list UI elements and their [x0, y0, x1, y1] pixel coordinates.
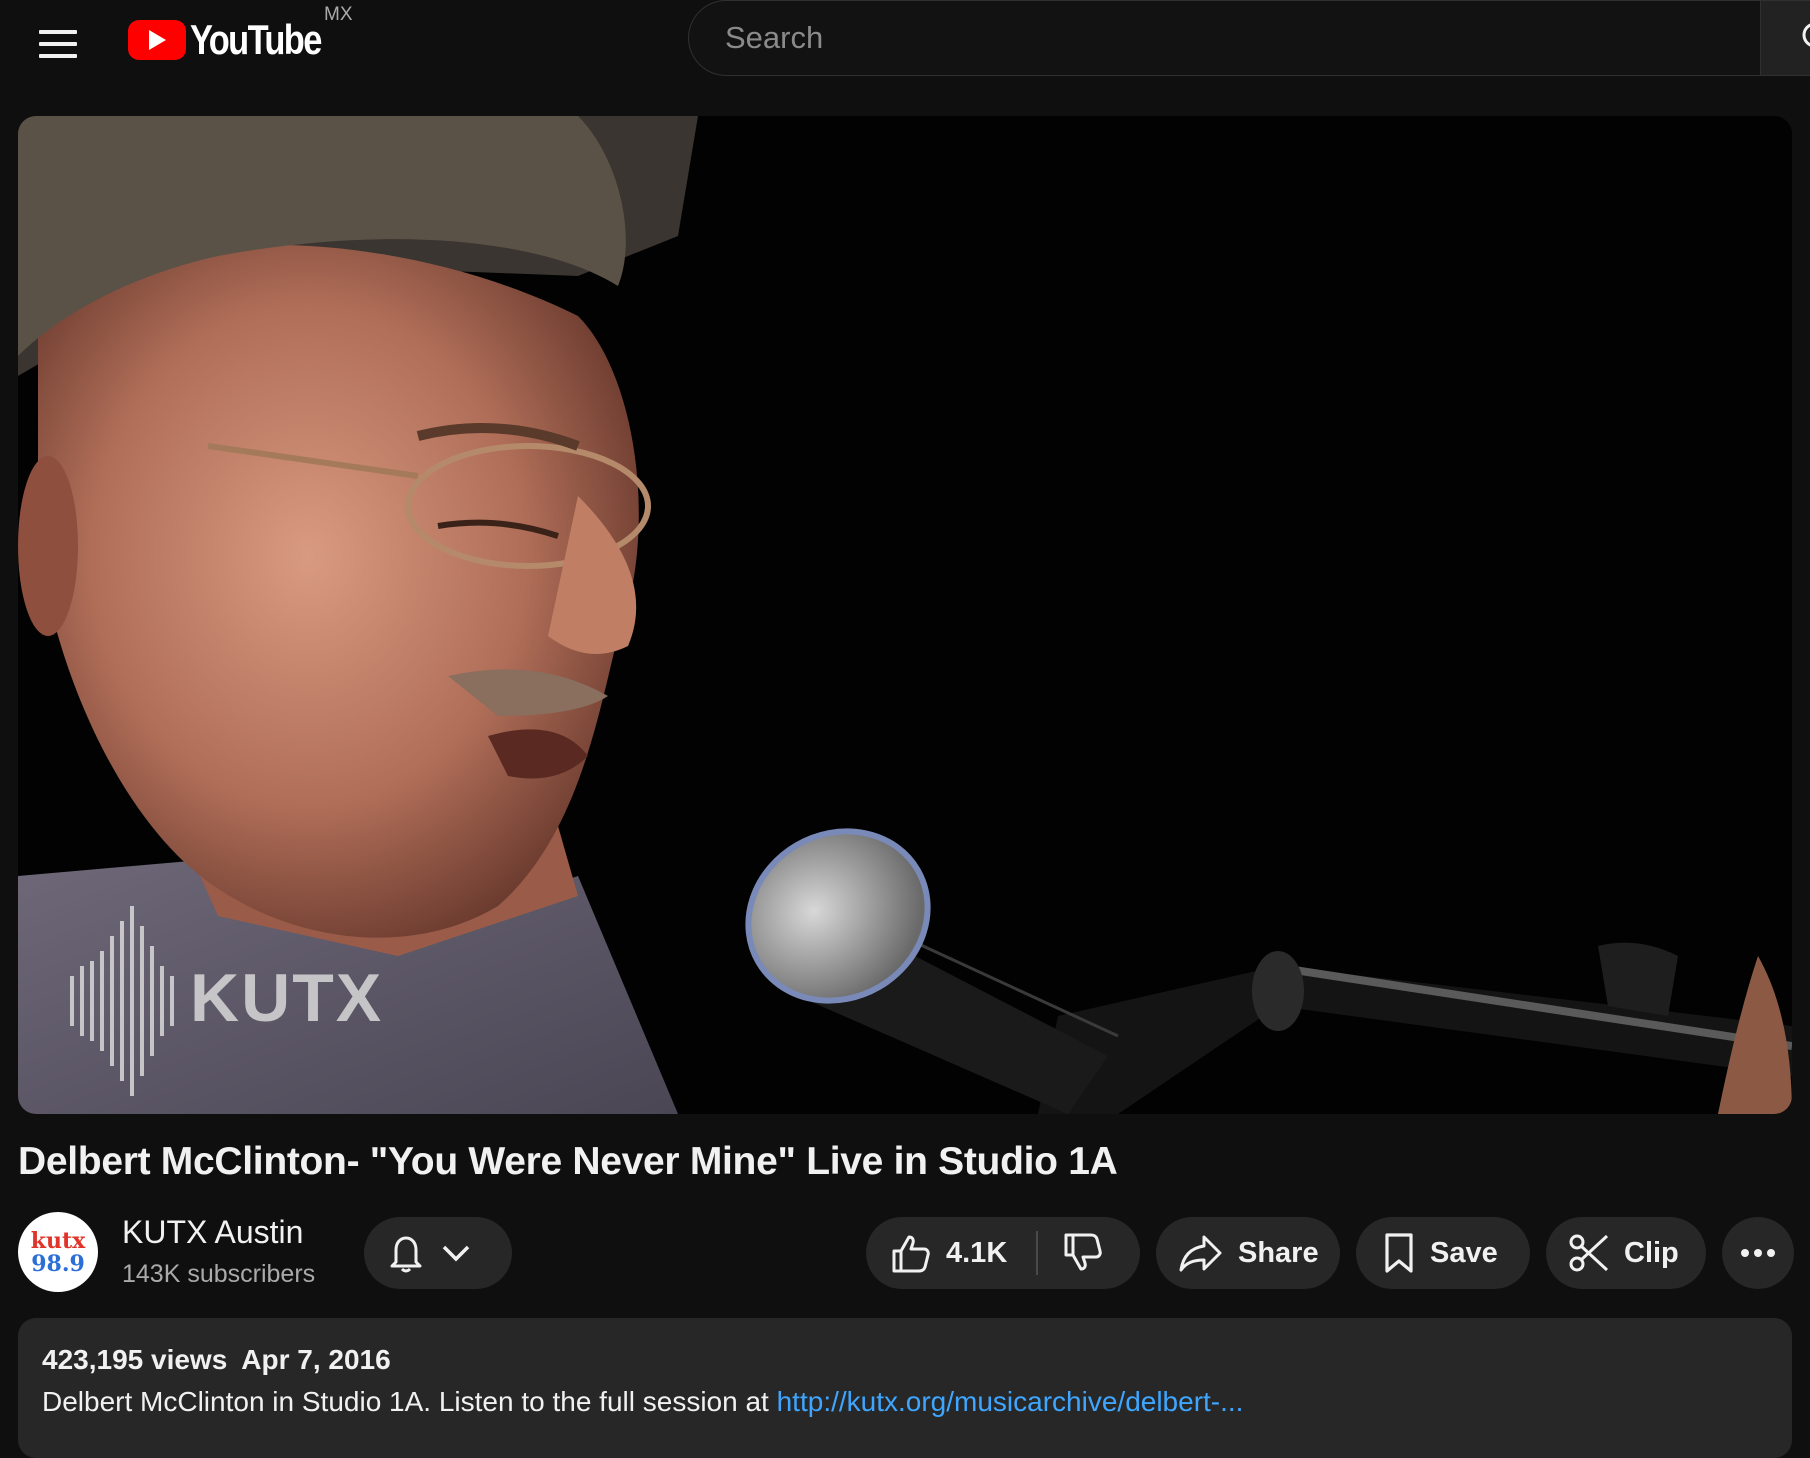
description-text: Delbert McClinton in Studio 1A. Listen t… — [42, 1386, 1768, 1418]
save-label: Save — [1430, 1236, 1498, 1269]
youtube-play-icon — [128, 20, 186, 60]
like-divider — [1036, 1231, 1038, 1275]
clip-button[interactable]: Clip — [1546, 1217, 1706, 1289]
avatar-text-line1: kutx — [30, 1227, 86, 1254]
search-icon — [1802, 23, 1810, 47]
video-frame: KUTX — [18, 116, 1792, 1114]
video-watermark: KUTX — [190, 960, 383, 1036]
video-title: Delbert McClinton- "You Were Never Mine"… — [18, 1140, 1118, 1183]
notification-button[interactable] — [364, 1217, 512, 1289]
thumbs-down-icon[interactable] — [1060, 1231, 1104, 1275]
avatar-text-line2: 98.9 — [31, 1250, 85, 1277]
masthead: YouTube MX — [0, 0, 1810, 86]
video-player[interactable]: KUTX — [18, 116, 1792, 1114]
bell-icon — [390, 1236, 422, 1273]
country-code: MX — [324, 4, 353, 25]
share-button[interactable]: Share — [1156, 1217, 1340, 1289]
description-meta: 423,195 views Apr 7, 2016 — [42, 1344, 1768, 1376]
logo-wordmark: YouTube — [190, 16, 322, 63]
chevron-down-icon — [442, 1245, 470, 1262]
like-count[interactable]: 4.1K — [946, 1237, 1007, 1270]
channel-avatar[interactable]: kutx 98.9 — [18, 1212, 98, 1292]
view-count: 423,195 views — [42, 1344, 228, 1375]
description-box[interactable]: 423,195 views Apr 7, 2016 Delbert McClint… — [18, 1318, 1792, 1458]
upload-date: Apr 7, 2016 — [241, 1344, 391, 1375]
bookmark-icon — [1385, 1233, 1413, 1273]
menu-icon[interactable] — [28, 14, 88, 74]
subscriber-count: 143K subscribers — [122, 1260, 316, 1288]
clip-label: Clip — [1624, 1236, 1679, 1269]
description-link[interactable]: http://kutx.org/musicarchive/delbert-... — [777, 1386, 1244, 1417]
description-body: Delbert McClinton in Studio 1A. Listen t… — [42, 1386, 777, 1417]
more-horizontal-icon — [1741, 1249, 1775, 1257]
youtube-logo[interactable]: YouTube — [128, 14, 349, 66]
search-input[interactable] — [723, 19, 1762, 57]
thumbs-up-icon[interactable] — [888, 1231, 932, 1275]
channel-name[interactable]: KUTX Austin — [122, 1214, 303, 1251]
share-label: Share — [1238, 1236, 1319, 1269]
like-dislike-group: 4.1K — [866, 1217, 1140, 1289]
search-button[interactable] — [1760, 0, 1810, 76]
share-icon — [1179, 1235, 1222, 1272]
scissors-icon — [1569, 1234, 1609, 1272]
search-box[interactable] — [688, 0, 1762, 76]
save-button[interactable]: Save — [1356, 1217, 1530, 1289]
more-actions-button[interactable] — [1722, 1217, 1794, 1289]
